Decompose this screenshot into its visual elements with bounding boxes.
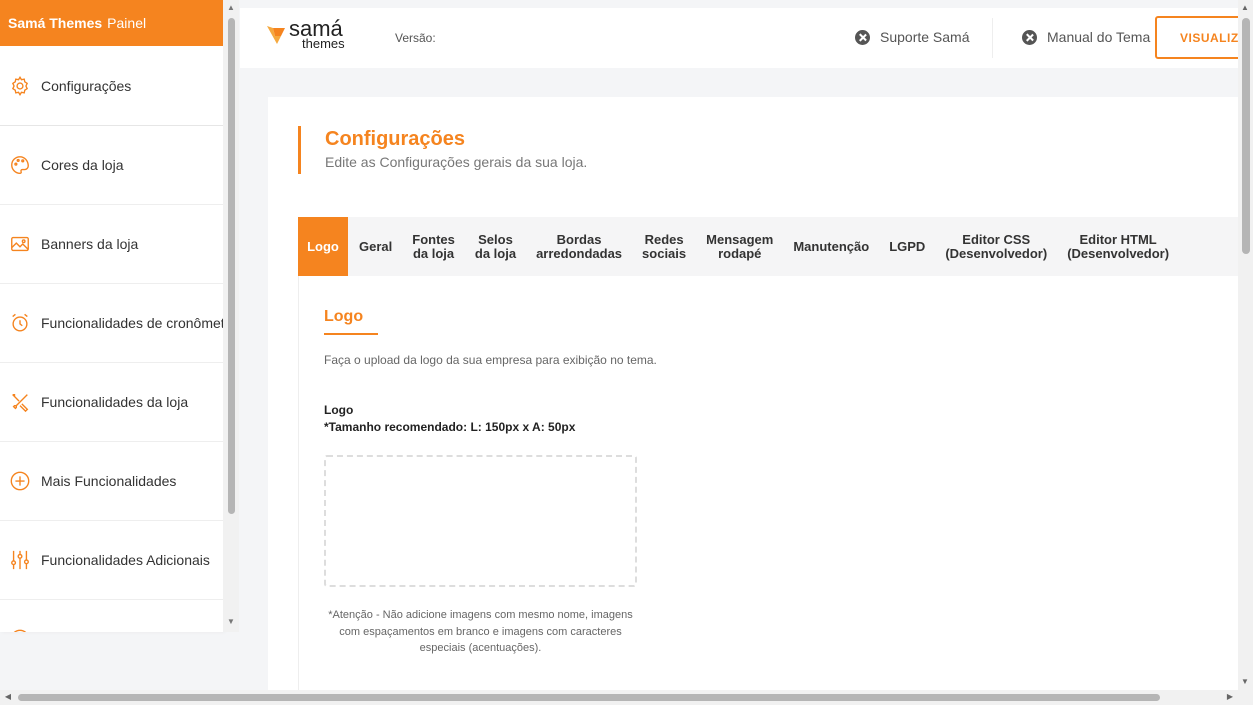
tab-geral[interactable]: Geral bbox=[348, 217, 402, 276]
logo-mark-icon bbox=[267, 26, 285, 44]
page-scroll-up-icon[interactable]: ▲ bbox=[1240, 3, 1250, 13]
plus-circle-icon bbox=[9, 470, 31, 492]
tab-logo[interactable]: Logo bbox=[298, 217, 348, 276]
tab-fontes[interactable]: Fontes da loja bbox=[402, 217, 465, 276]
image-icon bbox=[9, 233, 31, 255]
page-scrollbar-thumb[interactable] bbox=[1242, 18, 1250, 254]
top-header: samá themes Versão: Suporte Samá Manual … bbox=[240, 8, 1253, 68]
upload-warning-note: *Atenção - Não adicione imagens com mesm… bbox=[328, 609, 633, 654]
sama-logo[interactable]: samá themes bbox=[267, 18, 345, 50]
gear-icon bbox=[9, 75, 31, 97]
sidebar-item-partial[interactable] bbox=[0, 600, 223, 632]
manual-link-label: Manual do Tema bbox=[1047, 29, 1151, 45]
tab-bordas[interactable]: Bordas arredondadas bbox=[526, 217, 632, 276]
sidebar-item-label: Mais Funcionalidades bbox=[41, 473, 177, 489]
sidebar-item-label: Banners da loja bbox=[41, 236, 139, 252]
field-hint: *Tamanho recomendado: L: 150px x A: 50px bbox=[324, 420, 576, 434]
logo-text-bottom: themes bbox=[302, 36, 345, 51]
tab-manutencao[interactable]: Manutenção bbox=[783, 217, 879, 276]
tab-lgpd[interactable]: LGPD bbox=[879, 217, 935, 276]
sidebar-brand: Samá Themes bbox=[8, 15, 103, 31]
sidebar-item-label: Cores da loja bbox=[41, 157, 124, 173]
palette-icon bbox=[9, 154, 31, 176]
scroll-down-arrow-icon[interactable]: ▼ bbox=[226, 617, 236, 627]
tab-mensagem-rodape[interactable]: Mensagem rodapé bbox=[696, 217, 783, 276]
logo-field-label: Logo *Tamanho recomendado: L: 150px x A:… bbox=[324, 402, 575, 436]
support-link[interactable]: Suporte Samá bbox=[855, 29, 970, 45]
sidebar-item-funcionalidades-adicionais[interactable]: Funcionalidades Adicionais bbox=[0, 521, 223, 600]
sidebar-item-configuracoes[interactable]: Configurações bbox=[0, 46, 223, 126]
page-title: Configurações bbox=[325, 128, 466, 150]
field-label: Logo bbox=[324, 403, 354, 417]
sidebar-item-label: Funcionalidades da loja bbox=[41, 394, 189, 410]
sidebar: Samá Themes Painel Configurações Cores d… bbox=[0, 0, 223, 632]
panel-description: Faça o upload da logo da sua empresa par… bbox=[324, 353, 657, 367]
tab-editor-css[interactable]: Editor CSS (Desenvolvedor) bbox=[935, 217, 1057, 276]
close-circle-icon bbox=[1022, 29, 1037, 45]
sidebar-item-banners[interactable]: Banners da loja bbox=[0, 205, 223, 284]
page-title-block: Configurações Edite as Configurações ger… bbox=[298, 126, 587, 174]
tab-redes-sociais[interactable]: Redes sociais bbox=[632, 217, 696, 276]
sidebar-item-cores[interactable]: Cores da loja bbox=[0, 126, 223, 205]
alarm-clock-icon bbox=[9, 312, 31, 334]
tools-icon bbox=[9, 391, 31, 413]
logo-upload-dropzone[interactable] bbox=[324, 455, 637, 587]
version-label: Versão: bbox=[395, 31, 436, 45]
app-viewport: Samá Themes Painel Configurações Cores d… bbox=[0, 0, 1253, 705]
scroll-left-icon[interactable]: ◀ bbox=[3, 692, 13, 702]
circle-icon bbox=[9, 628, 31, 632]
sidebar-item-mais-funcionalidades[interactable]: Mais Funcionalidades bbox=[0, 442, 223, 521]
page-subtitle: Edite as Configurações gerais da sua loj… bbox=[325, 154, 588, 170]
scroll-right-icon[interactable]: ▶ bbox=[1225, 692, 1235, 702]
main-card: Configurações Edite as Configurações ger… bbox=[268, 97, 1238, 692]
settings-tabs: Logo Geral Fontes da loja Selos da loja … bbox=[298, 217, 1238, 276]
logo-panel: Logo Faça o upload da logo da sua empres… bbox=[298, 276, 1238, 692]
header-divider bbox=[992, 18, 993, 58]
sidebar-item-cronometro[interactable]: Funcionalidades de cronômet bbox=[0, 284, 223, 363]
sidebar-scrollbar-thumb[interactable] bbox=[228, 18, 235, 514]
sidebar-header[interactable]: Samá Themes Painel bbox=[0, 0, 223, 46]
close-circle-icon bbox=[855, 29, 870, 45]
page-scroll-down-icon[interactable]: ▼ bbox=[1240, 677, 1250, 687]
tab-selos[interactable]: Selos da loja bbox=[465, 217, 526, 276]
sliders-icon bbox=[9, 549, 31, 571]
tab-editor-html[interactable]: Editor HTML (Desenvolvedor) bbox=[1057, 217, 1179, 276]
heading-underline bbox=[324, 333, 378, 335]
manual-link[interactable]: Manual do Tema bbox=[1022, 29, 1150, 45]
sidebar-item-label: Configurações bbox=[41, 77, 132, 94]
sidebar-subtitle: Painel bbox=[107, 15, 147, 31]
sidebar-item-label: Funcionalidades de cronômet bbox=[41, 315, 223, 331]
scroll-up-arrow-icon[interactable]: ▲ bbox=[226, 3, 236, 13]
panel-heading: Logo bbox=[324, 308, 364, 325]
sidebar-item-label: Funcionalidades Adicionais bbox=[41, 552, 210, 568]
horizontal-scrollbar-thumb[interactable] bbox=[18, 694, 1160, 701]
sidebar-item-funcionalidades-loja[interactable]: Funcionalidades da loja bbox=[0, 363, 223, 442]
support-link-label: Suporte Samá bbox=[880, 29, 970, 45]
